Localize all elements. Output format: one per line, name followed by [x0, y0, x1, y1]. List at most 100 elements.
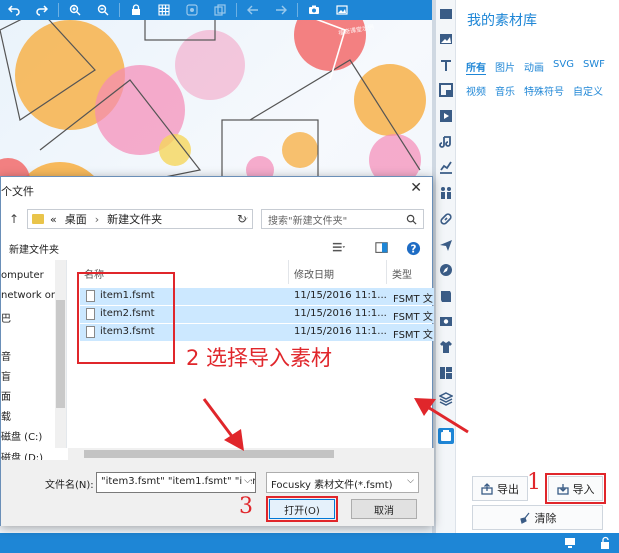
nav-item-drive-c[interactable]: 磁盘 (C:)	[1, 428, 42, 443]
copy-icon[interactable]	[206, 0, 234, 20]
shape-icon[interactable]	[438, 82, 454, 98]
music-icon[interactable]	[438, 134, 454, 150]
nav-item-7[interactable]: 载	[1, 408, 11, 423]
tab-custom[interactable]: 自定义	[573, 83, 603, 98]
breadcrumb-desktop[interactable]: 桌面	[65, 211, 87, 227]
chart-icon[interactable]	[438, 159, 454, 175]
file-date: 11/15/2016 11:1...	[294, 326, 387, 337]
unlock-icon[interactable]	[598, 536, 612, 550]
video-icon[interactable]	[438, 108, 454, 124]
layout-icon[interactable]	[438, 365, 454, 381]
editor-toolbar	[0, 0, 432, 20]
settings-icon[interactable]	[178, 0, 206, 20]
address-bar[interactable]: « 桌面 › 新建文件夹 ⌵	[27, 209, 253, 229]
lock-icon[interactable]	[122, 0, 150, 20]
export-button[interactable]: 导出	[472, 476, 528, 501]
view-options-icon[interactable]	[331, 240, 347, 256]
nav-item-3[interactable]: 巴	[1, 310, 11, 325]
material-category-bar	[436, 0, 456, 533]
clear-label: 清除	[534, 511, 557, 525]
nav-item-6[interactable]: 面	[1, 388, 11, 403]
filename-input[interactable]: "item3.fsmt" "item1.fsmt" "item ⌵	[96, 472, 256, 493]
navigation-pane: omputer network or 巴 音 盲 面 载 磁盘 (C:)	[1, 260, 67, 448]
column-type[interactable]: 类型	[392, 266, 412, 281]
column-date[interactable]: 修改日期	[294, 266, 334, 281]
folder-icon	[32, 214, 44, 224]
column-divider	[386, 260, 387, 284]
tab-swf[interactable]: SWF	[583, 59, 605, 75]
toolbar-divider	[236, 3, 237, 17]
arrow-right-icon[interactable]	[267, 0, 295, 20]
tab-row-2: 视频 音乐 特殊符号 自定义	[466, 83, 603, 98]
nav-scrollbar-thumb[interactable]	[56, 300, 65, 408]
zoom-in-icon[interactable]	[61, 0, 89, 20]
export-icon	[481, 482, 493, 495]
file-type: FSMT 文	[393, 294, 433, 305]
link-icon[interactable]	[438, 211, 454, 227]
compass-icon[interactable]	[438, 262, 454, 278]
clear-button[interactable]: 清除	[472, 505, 603, 530]
nav-item-computer[interactable]: omputer	[1, 270, 44, 281]
breadcrumb-root[interactable]: «	[50, 213, 57, 226]
chevron-right-icon: ›	[94, 212, 100, 226]
dialog-footer: 文件名(N): "item3.fsmt" "item1.fsmt" "item …	[1, 460, 434, 526]
tab-svg[interactable]: SVG	[553, 59, 574, 75]
filetype-select[interactable]: Focusky 素材文件(*.fsmt) ⌵	[266, 472, 419, 493]
nav-item-network[interactable]: network or	[1, 290, 55, 301]
refresh-icon[interactable]: ↻	[237, 212, 247, 226]
camera-icon[interactable]	[300, 0, 328, 20]
text-icon[interactable]	[438, 57, 454, 73]
annotation-arrow-down	[202, 398, 244, 451]
search-placeholder: 搜索"新建文件夹"	[268, 215, 348, 227]
book-icon[interactable]	[438, 288, 454, 304]
people-icon[interactable]	[438, 185, 454, 201]
chevron-down-icon[interactable]: ⌵	[407, 476, 414, 486]
export-label: 导出	[497, 482, 519, 496]
cancel-button[interactable]: 取消	[351, 499, 417, 519]
zoom-out-icon[interactable]	[89, 0, 117, 20]
search-input[interactable]: 搜索"新建文件夹"	[261, 209, 424, 229]
nav-item-5[interactable]: 盲	[1, 368, 11, 383]
tab-all[interactable]: 所有	[466, 59, 486, 75]
monitor-icon[interactable]	[563, 536, 577, 550]
horizontal-scrollbar[interactable]	[68, 448, 434, 460]
tab-music[interactable]: 音乐	[495, 83, 515, 98]
column-divider	[288, 260, 289, 284]
file-date: 11/15/2016 11:1...	[294, 290, 387, 301]
new-folder-button[interactable]: 新建文件夹	[9, 241, 59, 256]
tab-images[interactable]: 图片	[495, 59, 515, 75]
photo-icon[interactable]	[438, 313, 454, 329]
image-category-icon[interactable]	[438, 31, 454, 47]
help-icon[interactable]: ?	[405, 240, 421, 256]
chevron-down-icon[interactable]: ⌵	[242, 476, 251, 486]
material-library-panel: 我的素材库 所有 图片 动画 SVG SWF 视频 音乐 特殊符号 自定义 导出…	[456, 0, 619, 533]
up-arrow-icon[interactable]: ↑	[9, 212, 19, 226]
nav-item-4[interactable]: 音	[1, 348, 11, 363]
image-icon[interactable]	[328, 0, 356, 20]
tab-animations[interactable]: 动画	[524, 59, 544, 75]
filename-label: 文件名(N):	[45, 480, 94, 491]
tab-symbols[interactable]: 特殊符号	[524, 83, 564, 98]
file-type: FSMT 文	[393, 330, 433, 341]
preview-pane-icon[interactable]	[374, 240, 390, 256]
file-type: FSMT 文	[393, 312, 433, 323]
slide-icon[interactable]	[438, 6, 454, 22]
arrow-left-icon[interactable]	[239, 0, 267, 20]
undo-icon[interactable]	[0, 0, 28, 20]
search-icon	[406, 214, 417, 225]
file-date: 11/15/2016 11:1...	[294, 308, 387, 319]
tab-row-1: 所有 图片 动画 SVG SWF	[466, 59, 605, 75]
plane-icon[interactable]	[438, 237, 454, 253]
filename-value: "item3.fsmt" "item1.fsmt" "item	[101, 476, 256, 487]
annotation-arrow-left	[414, 398, 469, 434]
broom-icon	[519, 512, 529, 524]
tab-video[interactable]: 视频	[466, 83, 486, 98]
step-1-marker: 1	[527, 470, 541, 495]
close-icon[interactable]: ✕	[410, 180, 422, 196]
redo-icon[interactable]	[28, 0, 56, 20]
grid-icon[interactable]	[150, 0, 178, 20]
shirt-icon[interactable]	[438, 339, 454, 355]
breadcrumb-folder[interactable]: 新建文件夹	[107, 211, 162, 227]
import-highlight-box	[545, 473, 606, 504]
toolbar-divider	[119, 3, 120, 17]
